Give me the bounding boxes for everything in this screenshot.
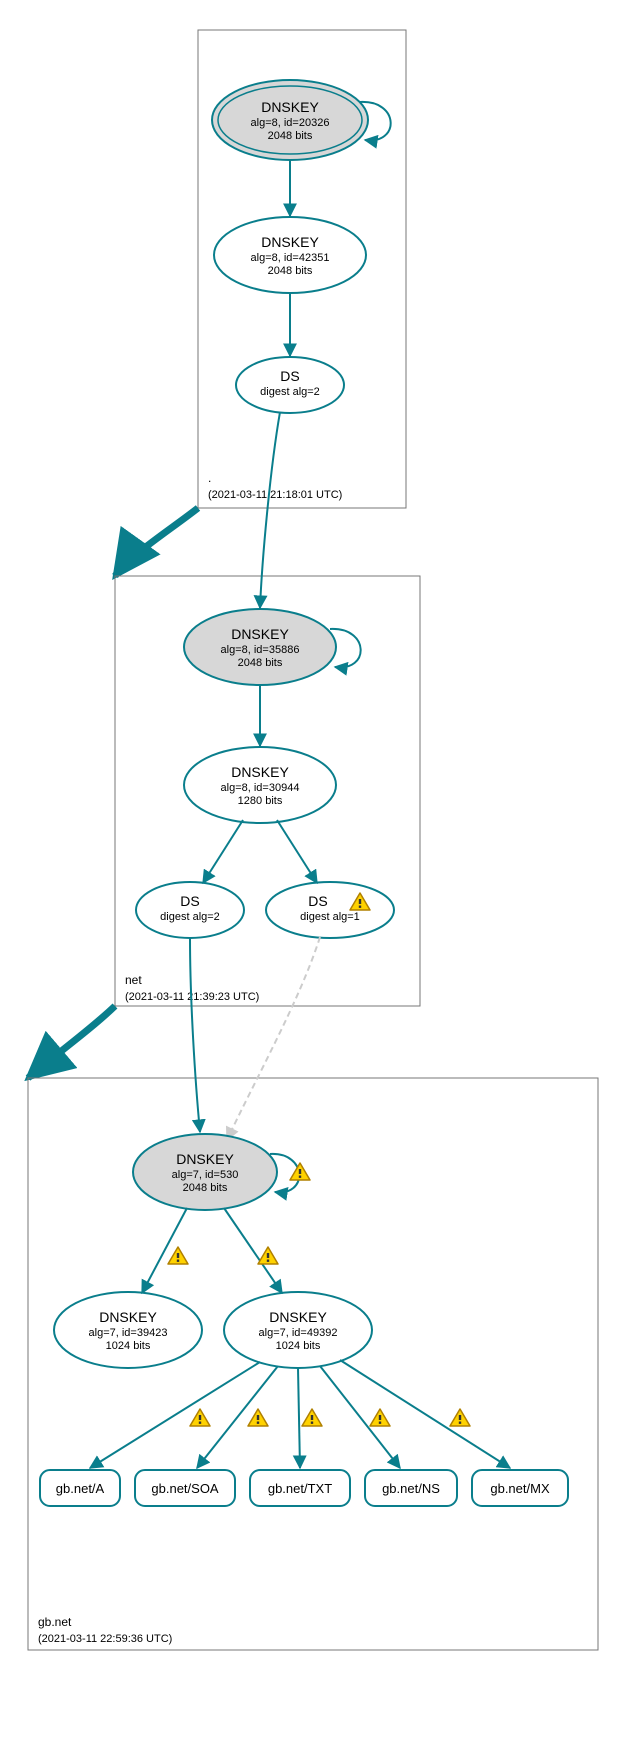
svg-text:1024 bits: 1024 bits bbox=[106, 1340, 151, 1352]
edge-zsk2-mx bbox=[340, 1360, 510, 1468]
zone-gbnet-ts: (2021-03-11 22:59:36 UTC) bbox=[38, 1633, 172, 1645]
edge-ds1-gbksk bbox=[190, 938, 200, 1132]
svg-text:DNSKEY: DNSKEY bbox=[261, 99, 319, 115]
svg-text:alg=7, id=530: alg=7, id=530 bbox=[172, 1169, 239, 1181]
svg-text:1280 bits: 1280 bits bbox=[238, 795, 283, 807]
svg-text:gb.net/SOA: gb.net/SOA bbox=[151, 1481, 219, 1496]
edge-netzsk-ds1 bbox=[203, 820, 243, 883]
svg-text:digest alg=2: digest alg=2 bbox=[260, 386, 320, 398]
svg-text:alg=8, id=30944: alg=8, id=30944 bbox=[221, 782, 300, 794]
svg-text:DNSKEY: DNSKEY bbox=[231, 626, 289, 642]
edge-gbksk-zsk2 bbox=[224, 1208, 282, 1293]
svg-text:alg=8, id=20326: alg=8, id=20326 bbox=[251, 117, 330, 129]
node-net-ds2: DS digest alg=1 bbox=[266, 882, 394, 938]
node-root-zsk: DNSKEY alg=8, id=42351 2048 bits bbox=[214, 217, 366, 293]
svg-text:alg=8, id=35886: alg=8, id=35886 bbox=[221, 644, 300, 656]
svg-text:DNSKEY: DNSKEY bbox=[261, 234, 319, 250]
svg-text:DS: DS bbox=[280, 368, 299, 384]
zone-gbnet-label: gb.net bbox=[38, 1615, 72, 1629]
rr-txt: gb.net/TXT bbox=[250, 1470, 350, 1506]
rr-mx: gb.net/MX bbox=[472, 1470, 568, 1506]
svg-text:gb.net/MX: gb.net/MX bbox=[490, 1481, 550, 1496]
warning-icon bbox=[450, 1409, 470, 1426]
warning-icon bbox=[248, 1409, 268, 1426]
warning-icon bbox=[370, 1409, 390, 1426]
svg-text:1024 bits: 1024 bits bbox=[276, 1340, 321, 1352]
warning-icon bbox=[258, 1247, 278, 1264]
svg-text:digest alg=2: digest alg=2 bbox=[160, 911, 220, 923]
svg-text:DNSKEY: DNSKEY bbox=[269, 1309, 327, 1325]
edge-ds2-gbksk bbox=[227, 937, 320, 1140]
edge-zsk2-ns bbox=[320, 1366, 400, 1468]
node-root-ds: DS digest alg=2 bbox=[236, 357, 344, 413]
rr-ns: gb.net/NS bbox=[365, 1470, 457, 1506]
svg-text:alg=7, id=39423: alg=7, id=39423 bbox=[89, 1327, 168, 1339]
node-net-zsk: DNSKEY alg=8, id=30944 1280 bits bbox=[184, 747, 336, 823]
node-gb-ksk: DNSKEY alg=7, id=530 2048 bits bbox=[133, 1134, 277, 1210]
svg-text:DS: DS bbox=[308, 893, 327, 909]
zone-net-label: net bbox=[125, 973, 142, 987]
svg-text:DS: DS bbox=[180, 893, 199, 909]
zone-root-ts: (2021-03-11 21:18:01 UTC) bbox=[208, 489, 342, 501]
svg-text:DNSKEY: DNSKEY bbox=[99, 1309, 157, 1325]
edge-zone-root-to-net bbox=[115, 508, 198, 576]
svg-text:2048 bits: 2048 bits bbox=[183, 1182, 228, 1194]
edge-zsk2-a bbox=[90, 1362, 260, 1468]
node-net-ksk: DNSKEY alg=8, id=35886 2048 bits bbox=[184, 609, 336, 685]
svg-text:gb.net/TXT: gb.net/TXT bbox=[268, 1481, 332, 1496]
edge-zsk2-soa bbox=[197, 1366, 278, 1468]
edge-zsk2-txt bbox=[298, 1368, 300, 1468]
node-gb-zsk1: DNSKEY alg=7, id=39423 1024 bits bbox=[54, 1292, 202, 1368]
svg-text:digest alg=1: digest alg=1 bbox=[300, 911, 360, 923]
edge-netzsk-ds2 bbox=[277, 820, 317, 883]
warning-icon bbox=[302, 1409, 322, 1426]
svg-text:DNSKEY: DNSKEY bbox=[176, 1151, 234, 1167]
warning-icon bbox=[290, 1163, 310, 1180]
rr-a: gb.net/A bbox=[40, 1470, 120, 1506]
svg-text:2048 bits: 2048 bits bbox=[238, 657, 283, 669]
node-gb-zsk2: DNSKEY alg=7, id=49392 1024 bits bbox=[224, 1292, 372, 1368]
svg-text:2048 bits: 2048 bits bbox=[268, 130, 313, 142]
warning-icon bbox=[168, 1247, 188, 1264]
node-net-ds1: DS digest alg=2 bbox=[136, 882, 244, 938]
svg-text:gb.net/A: gb.net/A bbox=[56, 1481, 105, 1496]
rr-soa: gb.net/SOA bbox=[135, 1470, 235, 1506]
svg-text:alg=7, id=49392: alg=7, id=49392 bbox=[259, 1327, 338, 1339]
edge-zone-net-to-gbnet bbox=[28, 1006, 115, 1078]
zone-root-label: . bbox=[208, 471, 211, 485]
svg-text:alg=8, id=42351: alg=8, id=42351 bbox=[251, 252, 330, 264]
edge-rootds-netksk bbox=[260, 412, 280, 608]
svg-text:gb.net/NS: gb.net/NS bbox=[382, 1481, 440, 1496]
warning-icon bbox=[190, 1409, 210, 1426]
svg-text:2048 bits: 2048 bits bbox=[268, 265, 313, 277]
svg-text:DNSKEY: DNSKEY bbox=[231, 764, 289, 780]
node-root-ksk: DNSKEY alg=8, id=20326 2048 bits bbox=[212, 80, 368, 160]
